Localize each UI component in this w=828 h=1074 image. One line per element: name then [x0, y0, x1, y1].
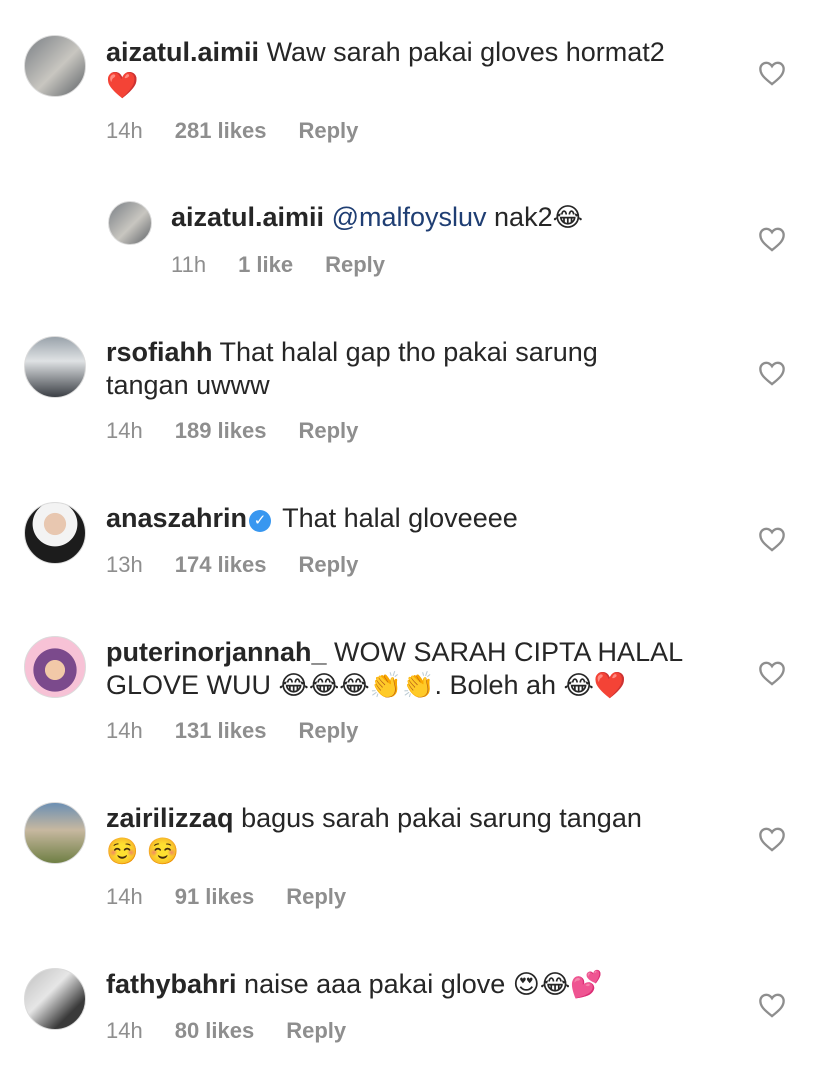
comment-meta: 11h 1 like Reply — [171, 252, 417, 278]
likes-count[interactable]: 80 likes — [175, 1018, 255, 1043]
likes-count[interactable]: 1 like — [238, 252, 293, 277]
heart-outline-icon[interactable] — [758, 360, 786, 386]
reply-button[interactable]: Reply — [325, 252, 385, 277]
username[interactable]: puterinorjannah_ — [106, 637, 327, 667]
avatar[interactable] — [24, 968, 86, 1030]
comment-text: fathybahri naise aaa pakai glove 😍😂💕 — [106, 968, 716, 1002]
comment-body: nak2 — [486, 202, 553, 232]
likes-count[interactable]: 189 likes — [175, 418, 267, 443]
emoji: ❤️ — [106, 71, 139, 101]
comment-text: aizatul.aimii @malfoysluv nak2😂 — [171, 201, 781, 235]
heart-outline-icon[interactable] — [758, 526, 786, 552]
avatar[interactable] — [24, 502, 86, 564]
heart-outline-icon[interactable] — [758, 992, 786, 1018]
emoji: ☺️ ☺️ — [106, 837, 180, 867]
timestamp: 14h — [106, 118, 143, 143]
likes-count[interactable]: 131 likes — [175, 718, 267, 743]
comment-text: anaszahrin ✓ That halal gloveeee — [106, 502, 716, 535]
reply-button[interactable]: Reply — [286, 1018, 346, 1043]
timestamp: 13h — [106, 552, 143, 577]
comment-text: zairilizzaq bagus sarah pakai sarung tan… — [106, 802, 716, 869]
username[interactable]: aizatul.aimii — [106, 37, 259, 67]
comment-body: That halal gloveeee — [282, 503, 518, 533]
emoji: 😂😂😂👏👏 — [278, 671, 435, 701]
reply-button[interactable]: Reply — [298, 718, 358, 743]
emoji: 😂 — [552, 203, 583, 233]
comment-text: rsofiahh That halal gap tho pakai sarung… — [106, 336, 646, 402]
timestamp: 14h — [106, 718, 143, 743]
username[interactable]: aizatul.aimii — [171, 202, 324, 232]
comment-meta: 14h 80 likes Reply — [106, 1018, 378, 1044]
heart-outline-icon[interactable] — [758, 60, 786, 86]
timestamp: 14h — [106, 418, 143, 443]
mention-link[interactable]: @malfoysluv — [332, 202, 487, 232]
comment-meta: 13h 174 likes Reply — [106, 552, 390, 578]
comment-body: bagus sarah pakai sarung tangan — [241, 803, 642, 833]
comment-text: puterinorjannah_ WOW SARAH CIPTA HALAL G… — [106, 636, 716, 703]
reply-button[interactable]: Reply — [298, 418, 358, 443]
avatar[interactable] — [24, 35, 86, 97]
comment-meta: 14h 189 likes Reply — [106, 418, 390, 444]
comment-text: aizatul.aimii Waw sarah pakai gloves hor… — [106, 36, 716, 103]
verified-badge-icon: ✓ — [249, 510, 272, 532]
emoji: 😍😂💕 — [512, 970, 603, 1000]
timestamp: 14h — [106, 1018, 143, 1043]
username[interactable]: zairilizzaq — [106, 803, 234, 833]
reply-button[interactable]: Reply — [298, 552, 358, 577]
avatar[interactable] — [24, 636, 86, 698]
heart-outline-icon[interactable] — [758, 826, 786, 852]
heart-outline-icon[interactable] — [758, 660, 786, 686]
comment-meta: 14h 281 likes Reply — [106, 118, 390, 144]
comment-body: naise aaa pakai glove — [244, 969, 506, 999]
reply-button[interactable]: Reply — [286, 884, 346, 909]
likes-count[interactable]: 91 likes — [175, 884, 255, 909]
timestamp: 11h — [171, 252, 207, 277]
comment-body-continued: . Boleh ah — [434, 670, 557, 700]
comment-body: Waw sarah pakai gloves hormat2 — [266, 37, 665, 67]
avatar[interactable] — [108, 201, 152, 245]
likes-count[interactable]: 281 likes — [175, 118, 267, 143]
avatar[interactable] — [24, 336, 86, 398]
username[interactable]: fathybahri — [106, 969, 237, 999]
username[interactable]: rsofiahh — [106, 337, 213, 367]
comment-meta: 14h 91 likes Reply — [106, 884, 378, 910]
avatar[interactable] — [24, 802, 86, 864]
timestamp: 14h — [106, 884, 143, 909]
reply-button[interactable]: Reply — [298, 118, 358, 143]
likes-count[interactable]: 174 likes — [175, 552, 267, 577]
heart-outline-icon[interactable] — [758, 226, 786, 252]
emoji: 😂❤️ — [563, 671, 627, 701]
comment-meta: 14h 131 likes Reply — [106, 718, 390, 744]
username[interactable]: anaszahrin — [106, 503, 247, 533]
